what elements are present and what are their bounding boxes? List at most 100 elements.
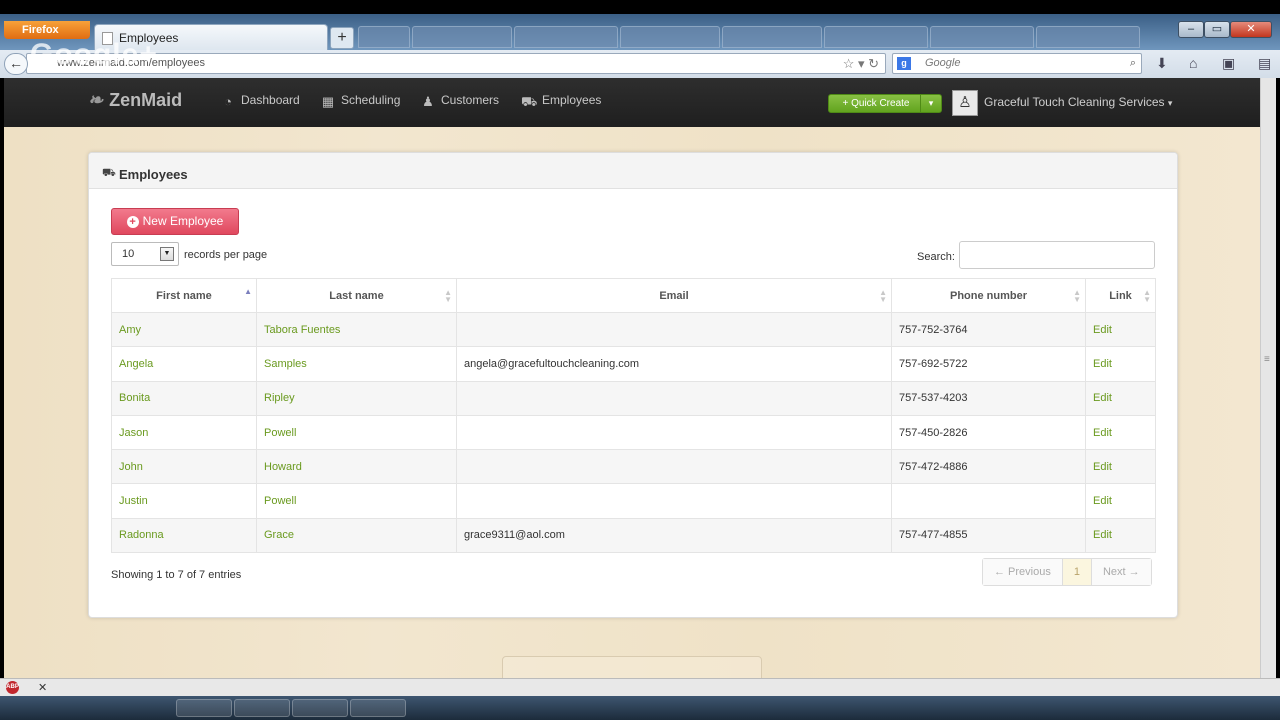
close-window-button[interactable]: ✕	[1230, 21, 1272, 38]
table-row: Bonita Ripley 757-537-4203 Edit	[111, 380, 1156, 416]
taskbar-app[interactable]	[292, 699, 348, 717]
new-tab-button[interactable]: +	[330, 27, 354, 49]
records-value: 10	[122, 248, 135, 260]
background-tab[interactable]	[412, 26, 512, 48]
table-row: Angela Samples angela@gracefultouchclean…	[111, 346, 1156, 382]
background-tab[interactable]	[930, 26, 1034, 48]
email-cell	[456, 449, 892, 485]
nav-customers[interactable]: ♟ Customers	[420, 93, 500, 109]
app-header: ❧ ZenMaid ◔ Dashboard ▦ Scheduling ♟ Custome…	[4, 78, 1260, 127]
truck-icon: ⛟	[102, 167, 116, 179]
sort-icon: ▲ ▼	[1073, 288, 1081, 304]
column-header-last-name[interactable]: Last name ▲ ▼	[256, 278, 457, 313]
column-header-first-name[interactable]: First name ▲	[111, 278, 257, 313]
avatar[interactable]: ♙	[952, 90, 978, 116]
download-icon[interactable]: ⬇	[1156, 55, 1168, 72]
page-1-button[interactable]: 1	[1062, 559, 1092, 585]
dashboard-icon: ◔	[224, 94, 232, 109]
brand-logo[interactable]: ❧ ZenMaid	[88, 90, 182, 111]
bookmarks-icon[interactable]: ▣	[1222, 55, 1235, 72]
home-icon[interactable]: ⌂	[1189, 55, 1197, 71]
nav-label: Customers	[441, 93, 500, 107]
first-name-link[interactable]: Jason	[111, 414, 257, 451]
column-header-phone[interactable]: Phone number ▲ ▼	[891, 278, 1086, 313]
first-name-link[interactable]: Radonna	[111, 517, 257, 554]
nav-scheduling[interactable]: ▦ Scheduling	[320, 93, 401, 109]
phone-cell: 757-752-3764	[891, 311, 1086, 348]
quick-create-dropdown[interactable]: ▾	[920, 94, 942, 113]
search-placeholder: Google	[925, 57, 961, 69]
menu-icon[interactable]: ▤	[1258, 55, 1271, 72]
column-header-link[interactable]: Link ▲ ▼	[1085, 278, 1156, 313]
last-name-link[interactable]: Powell	[256, 414, 457, 451]
adblock-icon[interactable]: ABP	[6, 681, 19, 694]
first-name-link[interactable]: John	[111, 449, 257, 485]
chevron-down-icon[interactable]: ▼	[160, 247, 174, 261]
search-input[interactable]	[959, 241, 1155, 269]
new-employee-button[interactable]: + New Employee	[111, 208, 239, 235]
firefox-menu-button[interactable]: Firefox	[4, 21, 90, 39]
column-label: Link	[1109, 289, 1132, 302]
nav-employees[interactable]: ⛟ Employees	[521, 93, 602, 109]
background-tab[interactable]	[824, 26, 928, 48]
sort-icon: ▲ ▼	[879, 288, 887, 304]
minimize-button[interactable]: –	[1178, 21, 1204, 38]
employees-panel: ⛟ Employees + New Employee 10 ▼ records p…	[88, 152, 1178, 618]
taskbar-app[interactable]	[234, 699, 290, 717]
background-tab[interactable]	[1036, 26, 1140, 48]
nav-label: Scheduling	[341, 93, 401, 107]
email-cell	[456, 380, 892, 416]
last-name-link[interactable]: Ripley	[256, 380, 457, 416]
screen-border	[0, 0, 1280, 14]
background-tab[interactable]	[358, 26, 410, 48]
plus-circle-icon: +	[126, 216, 139, 228]
column-header-email[interactable]: Email ▲ ▼	[456, 278, 892, 313]
first-name-link[interactable]: Bonita	[111, 380, 257, 416]
search-icon[interactable]: ⌕	[1130, 54, 1136, 73]
background-tab[interactable]	[514, 26, 618, 48]
last-name-link[interactable]: Powell	[256, 483, 457, 519]
last-name-link[interactable]: Grace	[256, 517, 457, 554]
next-page-button[interactable]: Next →	[1091, 559, 1151, 585]
edit-link[interactable]: Edit	[1085, 380, 1156, 416]
last-name-link[interactable]: Samples	[256, 346, 457, 382]
background-tab[interactable]	[722, 26, 822, 48]
page-scrollbar[interactable]: ≡	[1260, 78, 1276, 678]
edit-link[interactable]: Edit	[1085, 311, 1156, 348]
quick-create-button[interactable]: + Quick Create	[828, 94, 924, 113]
first-name-link[interactable]: Justin	[111, 483, 257, 519]
first-name-link[interactable]: Angela	[111, 346, 257, 382]
column-label: First name	[156, 289, 212, 302]
column-label: Last name	[329, 289, 384, 302]
nav-dashboard[interactable]: ◔ Dashboard	[220, 93, 300, 109]
background-tab[interactable]	[620, 26, 720, 48]
bookmark-star-icon[interactable]: ☆ ▾ ↻	[843, 54, 879, 73]
edit-link[interactable]: Edit	[1085, 414, 1156, 451]
back-button[interactable]: ←	[4, 53, 28, 75]
first-name-link[interactable]: Amy	[111, 311, 257, 348]
edit-link[interactable]: Edit	[1085, 517, 1156, 554]
close-icon[interactable]: ✕	[38, 681, 47, 694]
edit-link[interactable]: Edit	[1085, 483, 1156, 519]
new-employee-label: New Employee	[142, 214, 224, 228]
records-per-page-select[interactable]: 10 ▼	[111, 242, 179, 266]
taskbar-app[interactable]	[176, 699, 232, 717]
previous-page-button[interactable]: ← Previous	[983, 559, 1063, 585]
google-plus-overlay: Google+	[30, 38, 158, 71]
table-row: Justin Powell Edit	[111, 483, 1156, 519]
scroll-grip-icon[interactable]: ≡	[1264, 354, 1274, 365]
sort-icon: ▲ ▼	[1143, 288, 1151, 304]
search-bar[interactable]: g Google ⌕	[892, 53, 1142, 74]
nav-label: Employees	[542, 93, 602, 107]
maximize-button[interactable]: ▭	[1204, 21, 1230, 38]
google-icon[interactable]: g	[897, 57, 911, 70]
email-cell	[456, 311, 892, 348]
edit-link[interactable]: Edit	[1085, 449, 1156, 485]
edit-link[interactable]: Edit	[1085, 346, 1156, 382]
taskbar-app[interactable]	[350, 699, 406, 717]
last-name-link[interactable]: Howard	[256, 449, 457, 485]
account-menu[interactable]: Graceful Touch Cleaning Services ▾	[984, 95, 1172, 109]
sort-icon: ▲ ▼	[444, 288, 452, 304]
table-header-row: First name ▲ Last name ▲ ▼ Email ▲ ▼ Phone nu…	[111, 278, 1156, 313]
last-name-link[interactable]: Tabora Fuentes	[256, 311, 457, 348]
